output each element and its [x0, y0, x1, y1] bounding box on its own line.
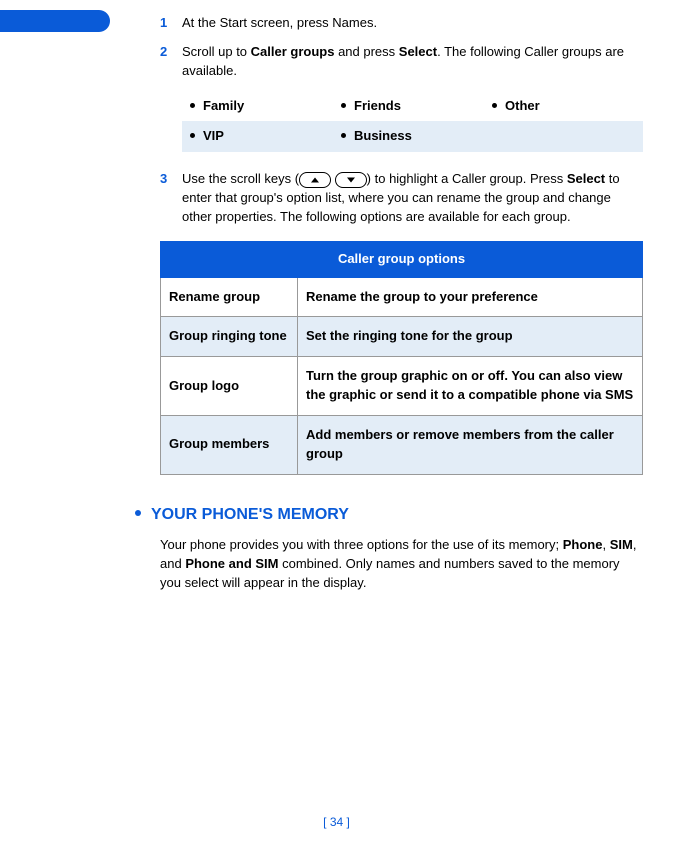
option-desc: Add members or remove members from the c… [298, 415, 643, 474]
group-item: Family [186, 97, 337, 116]
option-label: Group logo [161, 357, 298, 416]
table-row: Group ringing tone Set the ringing tone … [161, 317, 643, 357]
option-desc: Set the ringing tone for the group [298, 317, 643, 357]
bold-text: Phone and SIM [185, 556, 278, 571]
group-row: VIP Business [182, 121, 643, 152]
page-number: [ 34 ] [0, 815, 673, 829]
group-item: VIP [186, 127, 337, 146]
group-item: Friends [337, 97, 488, 116]
group-item: Business [337, 127, 488, 146]
group-label: VIP [203, 128, 224, 143]
step-1: 1 At the Start screen, press Names. [160, 14, 643, 33]
step-number: 1 [160, 14, 182, 33]
text: Your phone provides you with three optio… [160, 537, 563, 552]
bold-text: Select [567, 171, 605, 186]
step-text: At the Start screen, press Names. [182, 14, 643, 33]
step-number: 3 [160, 170, 182, 227]
table-header: Caller group options [161, 241, 643, 277]
bullet-icon [492, 103, 497, 108]
bullet-icon [341, 103, 346, 108]
table-row: Rename group Rename the group to your pr… [161, 277, 643, 317]
option-desc: Rename the group to your preference [298, 277, 643, 317]
bold-text: Phone [563, 537, 603, 552]
bold-text: SIM [610, 537, 633, 552]
table-row: Group logo Turn the group graphic on or … [161, 357, 643, 416]
bold-text: Caller groups [251, 44, 335, 59]
section-heading: YOUR PHONE'S MEMORY [135, 503, 643, 526]
step-2: 2 Scroll up to Caller groups and press S… [160, 43, 643, 81]
text: , [602, 537, 609, 552]
scroll-down-key-icon [335, 172, 367, 188]
bold-text: Select [399, 44, 437, 59]
caller-group-options-table: Caller group options Rename group Rename… [160, 241, 643, 475]
section-paragraph: Your phone provides you with three optio… [160, 536, 643, 593]
text: ) to highlight a Caller group. Press [367, 171, 567, 186]
group-row: Family Friends Other [182, 91, 643, 122]
step-text: Scroll up to Caller groups and press Sel… [182, 43, 643, 81]
group-label: Other [505, 98, 540, 113]
bullet-icon [190, 103, 195, 108]
table-row: Group members Add members or remove memb… [161, 415, 643, 474]
section-bullet-icon [135, 510, 141, 516]
option-label: Rename group [161, 277, 298, 317]
table-header-row: Caller group options [161, 241, 643, 277]
group-label: Business [354, 128, 412, 143]
caller-groups-list: Family Friends Other VIP Business [182, 91, 643, 153]
step-text: Use the scroll keys ( ) to highlight a C… [182, 170, 643, 227]
option-label: Group ringing tone [161, 317, 298, 357]
group-item: Other [488, 97, 639, 116]
text: Scroll up to [182, 44, 251, 59]
step-3: 3 Use the scroll keys ( ) to highlight a… [160, 170, 643, 227]
group-label: Family [203, 98, 244, 113]
bullet-icon [341, 133, 346, 138]
bullet-icon [190, 133, 195, 138]
side-tab [0, 10, 110, 32]
scroll-up-key-icon [299, 172, 331, 188]
option-label: Group members [161, 415, 298, 474]
section-title: YOUR PHONE'S MEMORY [151, 506, 349, 523]
text: and press [334, 44, 398, 59]
group-label: Friends [354, 98, 401, 113]
step-number: 2 [160, 43, 182, 81]
option-desc: Turn the group graphic on or off. You ca… [298, 357, 643, 416]
group-item-empty [488, 127, 639, 146]
text: Use the scroll keys ( [182, 171, 299, 186]
